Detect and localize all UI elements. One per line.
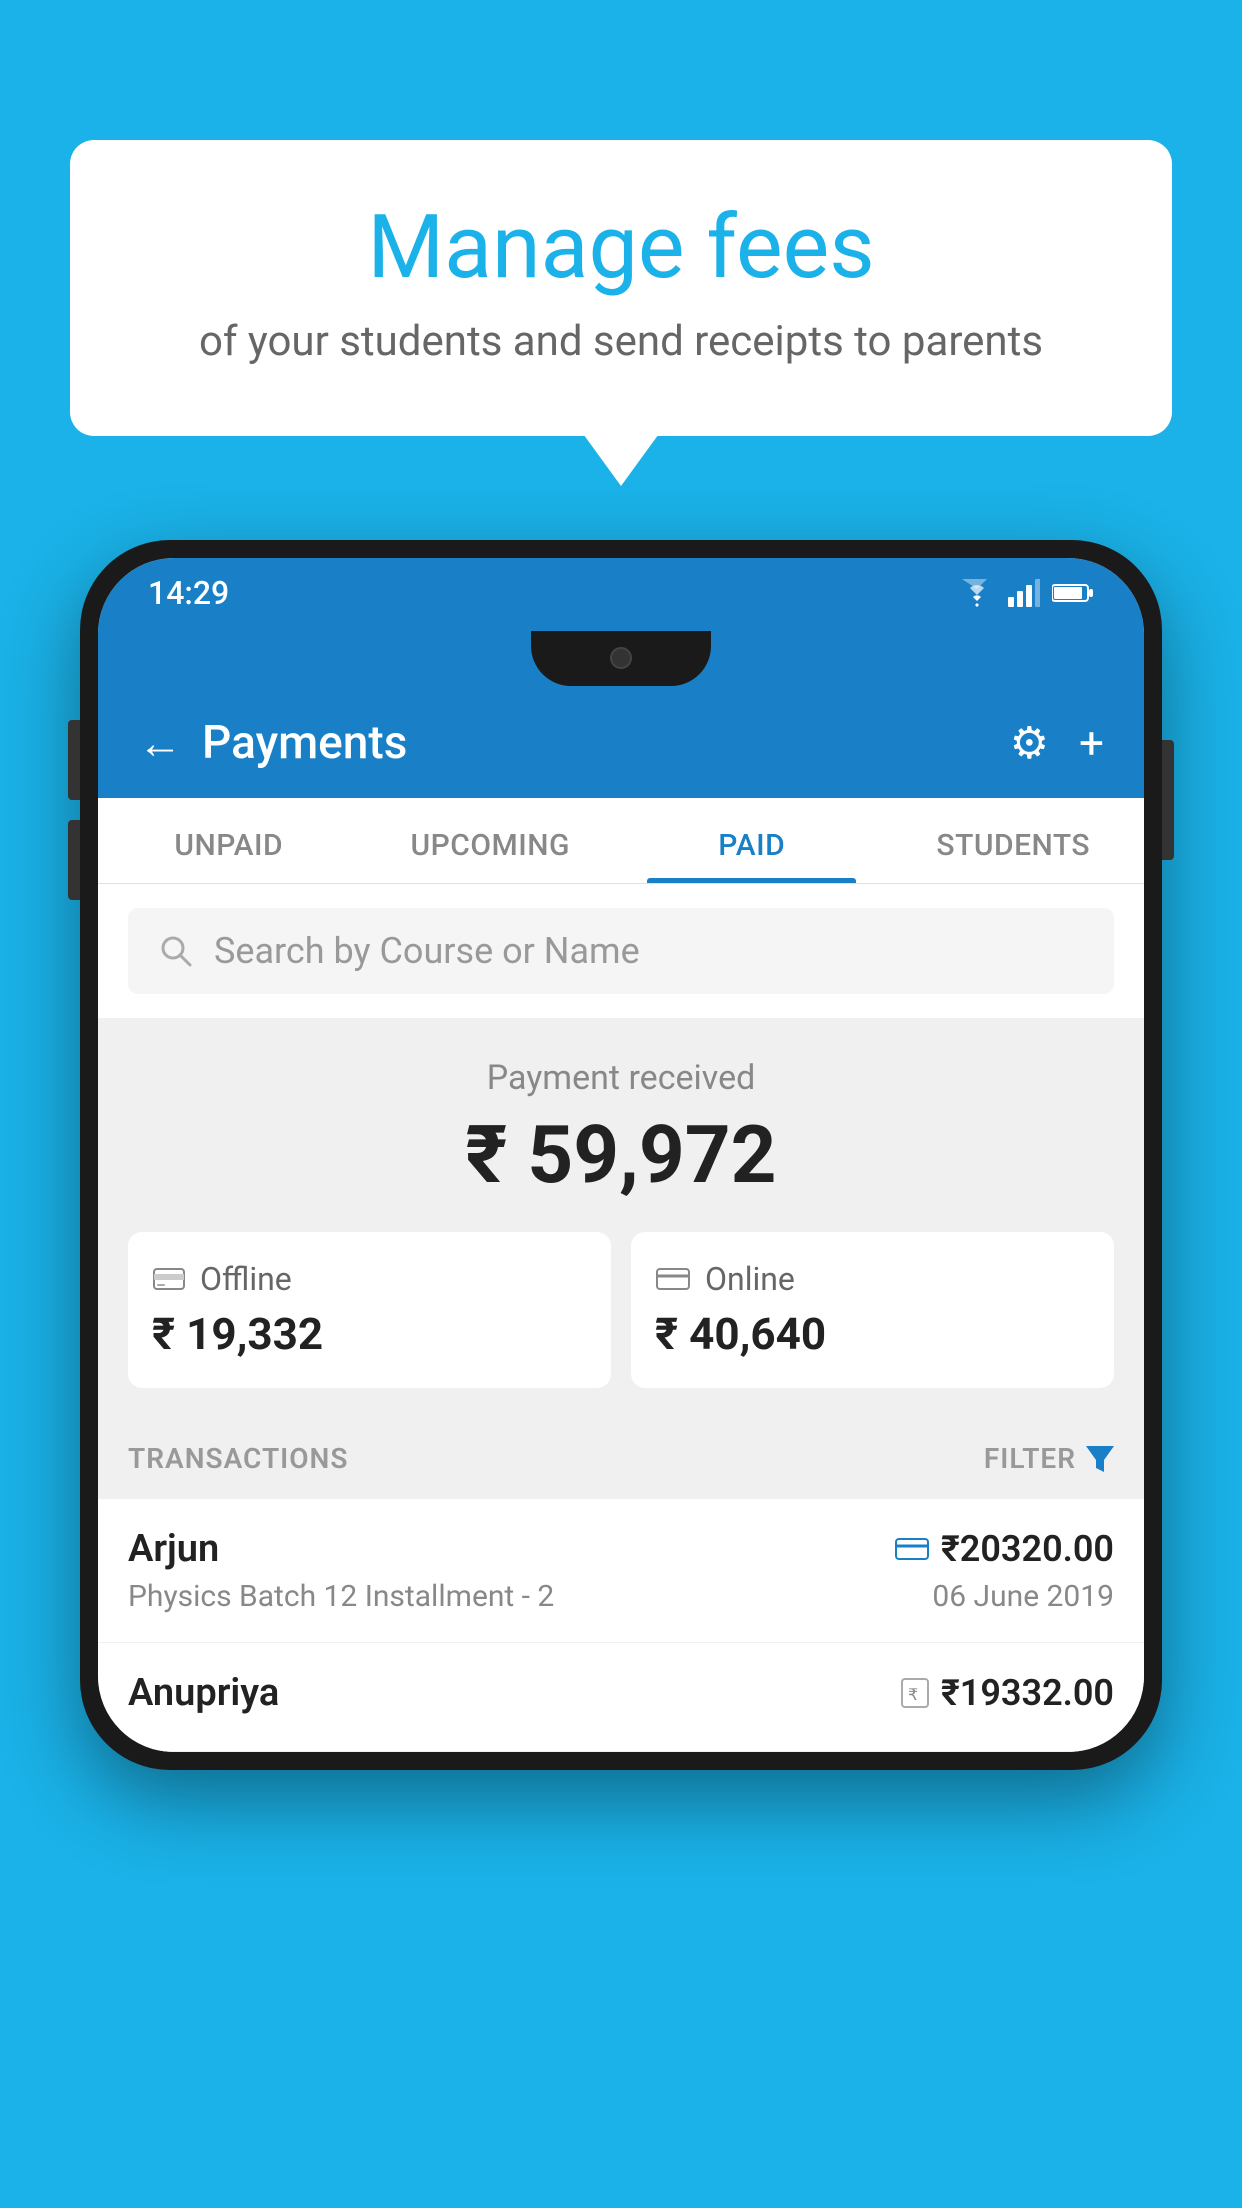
wifi-icon [958,579,996,607]
power-button[interactable] [1162,740,1174,860]
online-payment-card: Online ₹ 40,640 [631,1232,1114,1388]
transaction-row[interactable]: Anupriya ₹ ₹19332.00 [98,1643,1144,1752]
settings-icon[interactable]: ⚙ [1010,717,1049,769]
search-placeholder: Search by Course or Name [214,930,640,972]
transaction-amount-wrapper: ₹20320.00 [895,1528,1114,1570]
rupee-payment-icon: ₹ [901,1678,929,1708]
filter-icon [1086,1446,1114,1472]
back-button[interactable]: ← [138,717,182,769]
phone-frame: 14:29 [80,540,1162,1770]
online-card-header: Online [655,1260,1090,1298]
tab-paid[interactable]: PAID [621,798,883,883]
transaction-amount: ₹20320.00 [941,1528,1114,1570]
transaction-row[interactable]: Arjun ₹20320.00 Physics Batch 12 Install… [98,1499,1144,1643]
status-bar: 14:29 [98,558,1144,628]
transaction-bottom: Physics Batch 12 Installment - 2 06 June… [128,1579,1114,1614]
transaction-date: 06 June 2019 [932,1579,1114,1614]
bubble-subtitle: of your students and send receipts to pa… [150,317,1092,366]
transaction-top: Arjun ₹20320.00 [128,1527,1114,1571]
notch-area [98,628,1144,688]
card-payment-icon [895,1536,929,1562]
vol-up-button[interactable] [68,720,80,800]
payment-received-section: Payment received ₹ 59,972 Offline ₹ 19,3… [98,1018,1144,1418]
camera [610,647,632,669]
offline-label: Offline [200,1260,292,1298]
search-container: Search by Course or Name [98,884,1144,1018]
speech-bubble: Manage fees of your students and send re… [70,140,1172,436]
transactions-header: TRANSACTIONS FILTER [98,1418,1144,1499]
vol-down-button[interactable] [68,820,80,900]
transaction-top: Anupriya ₹ ₹19332.00 [128,1671,1114,1715]
transaction-name: Anupriya [128,1671,279,1715]
header-title: Payments [202,716,1010,770]
tabs-bar: UNPAID UPCOMING PAID STUDENTS [98,798,1144,884]
transaction-name: Arjun [128,1527,219,1571]
header-icons: ⚙ + [1010,717,1104,769]
notch [531,631,711,686]
offline-amount: ₹ 19,332 [152,1308,587,1360]
online-amount: ₹ 40,640 [655,1308,1090,1360]
speech-bubble-container: Manage fees of your students and send re… [70,140,1172,436]
search-bar[interactable]: Search by Course or Name [128,908,1114,994]
svg-text:₹: ₹ [908,1687,918,1704]
tab-students[interactable]: STUDENTS [883,798,1145,883]
offline-card-header: Offline [152,1260,587,1298]
payment-label: Payment received [128,1058,1114,1098]
transaction-amount: ₹19332.00 [941,1672,1114,1714]
transactions-label: TRANSACTIONS [128,1442,348,1475]
status-icons [958,579,1094,607]
transaction-desc: Physics Batch 12 Installment - 2 [128,1579,554,1614]
transaction-amount-wrapper: ₹ ₹19332.00 [901,1672,1114,1714]
filter-label: FILTER [984,1442,1076,1475]
app-header: ← Payments ⚙ + [98,688,1144,798]
status-time: 14:29 [148,574,229,612]
payment-total-amount: ₹ 59,972 [128,1108,1114,1202]
phone-screen: 14:29 [98,558,1144,1752]
online-label: Online [705,1260,795,1298]
offline-payment-card: Offline ₹ 19,332 [128,1232,611,1388]
battery-icon [1052,582,1094,604]
online-icon [655,1265,691,1293]
add-icon[interactable]: + [1079,717,1104,769]
payment-breakdown: Offline ₹ 19,332 Online ₹ 40,640 [128,1232,1114,1388]
bubble-title: Manage fees [150,200,1092,297]
offline-icon [152,1265,186,1293]
tab-unpaid[interactable]: UNPAID [98,798,360,883]
signal-icon [1008,579,1040,607]
search-icon [158,933,194,969]
filter-button[interactable]: FILTER [984,1442,1114,1475]
tab-upcoming[interactable]: UPCOMING [360,798,622,883]
